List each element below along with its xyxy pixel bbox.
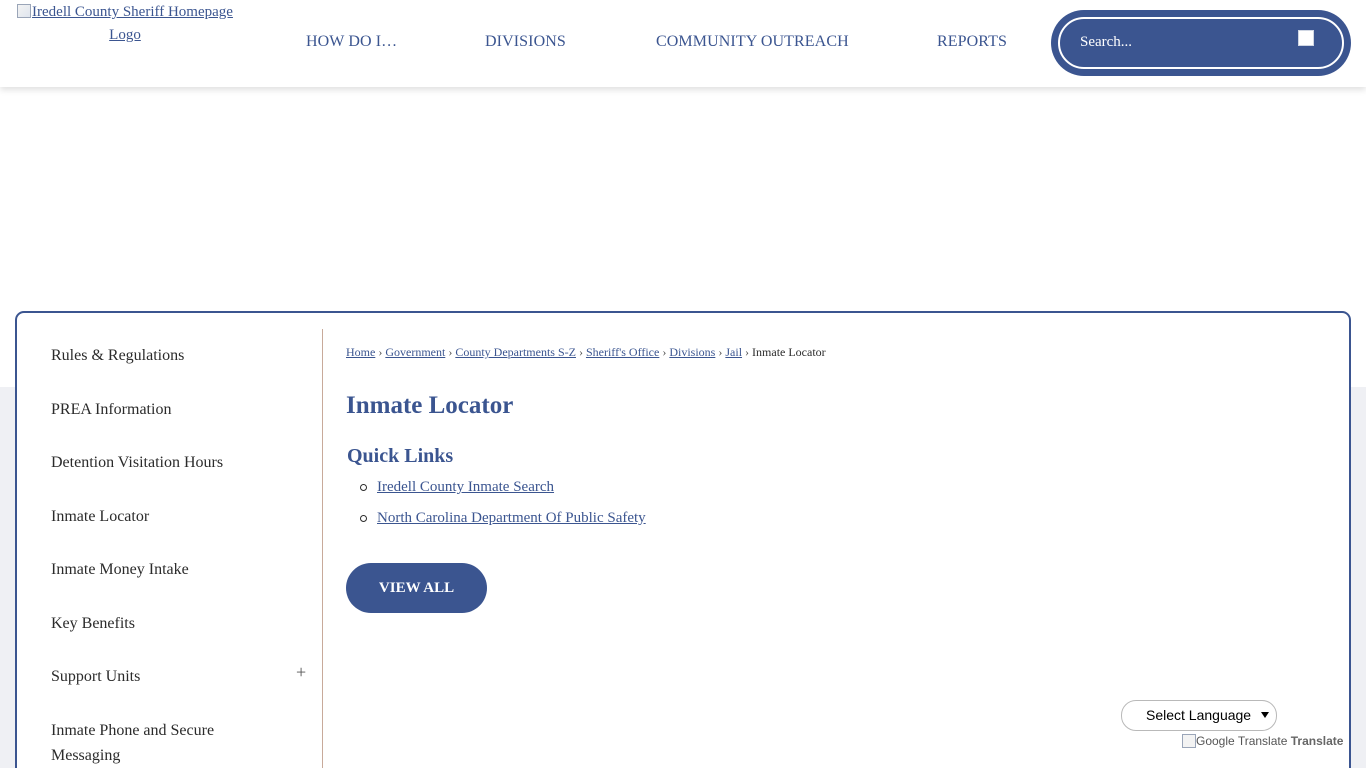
nav-reports[interactable]: REPORTS	[937, 33, 1007, 51]
quick-link-iredell-inmate-search[interactable]: Iredell County Inmate Search	[377, 479, 554, 495]
breadcrumb-current: Inmate Locator	[752, 345, 826, 359]
translate-text: Translate	[1290, 734, 1344, 748]
breadcrumb-separator: ›	[718, 345, 723, 359]
nav-community-outreach[interactable]: COMMUNITY OUTREACH	[656, 33, 849, 51]
sidebar-item-inmate-money-intake[interactable]: Inmate Money Intake	[51, 557, 261, 582]
google-translate-credit[interactable]: Google Translate Translate	[1182, 734, 1343, 748]
breadcrumb-separator: ›	[745, 345, 750, 359]
quick-links-list: Iredell County Inmate Search North Carol…	[347, 475, 646, 537]
sidebar-item-prea-information[interactable]: PREA Information	[51, 397, 261, 422]
site-header: Iredell County Sheriff Homepage Logo HOW…	[0, 0, 1366, 87]
nav-divisions[interactable]: DIVISIONS	[485, 33, 566, 51]
breadcrumb-separator: ›	[378, 345, 383, 359]
language-select[interactable]: Select Language	[1121, 700, 1277, 731]
sidebar-item-inmate-locator[interactable]: Inmate Locator	[51, 504, 261, 529]
page-title: Inmate Locator	[346, 392, 514, 419]
broken-image-icon	[1182, 734, 1196, 748]
chevron-down-icon	[1261, 712, 1269, 718]
sidebar-item-detention-visitation-hours[interactable]: Detention Visitation Hours	[51, 450, 261, 475]
logo-alt-text: Iredell County Sheriff Homepage Logo	[32, 4, 233, 43]
quick-links-title: Quick Links	[347, 445, 454, 467]
view-all-button[interactable]: VIEW ALL	[346, 563, 487, 613]
nav-how-do-i[interactable]: HOW DO I…	[306, 33, 397, 51]
language-select-label: Select Language	[1146, 707, 1252, 723]
google-translate-alt: Google Translate	[1196, 734, 1288, 748]
bullet-icon	[360, 515, 367, 522]
sidebar-item-rules-regulations[interactable]: Rules & Regulations	[51, 343, 261, 368]
breadcrumb-separator: ›	[448, 345, 453, 359]
breadcrumb-jail[interactable]: Jail	[725, 345, 742, 359]
breadcrumb-sheriffs-office[interactable]: Sheriff's Office	[586, 345, 659, 359]
broken-image-icon	[17, 4, 32, 18]
breadcrumb-home[interactable]: Home	[346, 345, 375, 359]
list-item: Iredell County Inmate Search	[347, 475, 646, 506]
breadcrumb: Home › Government › County Departments S-Z › S…	[346, 345, 826, 360]
search-box: Search...	[1051, 10, 1351, 76]
breadcrumb-county-departments[interactable]: County Departments S-Z	[455, 345, 576, 359]
expand-plus-icon[interactable]: +	[296, 662, 306, 683]
site-logo-link[interactable]: Iredell County Sheriff Homepage Logo	[15, 1, 235, 47]
search-icon[interactable]	[1298, 30, 1314, 46]
search-input[interactable]: Search...	[1058, 17, 1344, 69]
sidebar-item-key-benefits[interactable]: Key Benefits	[51, 611, 261, 636]
sidebar-item-support-units[interactable]: Support Units	[51, 664, 261, 689]
sidebar-nav: Rules & Regulations PREA Information Det…	[17, 329, 323, 768]
breadcrumb-government[interactable]: Government	[385, 345, 445, 359]
bullet-icon	[360, 484, 367, 491]
list-item: North Carolina Department Of Public Safe…	[347, 506, 646, 537]
search-placeholder: Search...	[1080, 34, 1133, 50]
breadcrumb-separator: ›	[662, 345, 667, 359]
breadcrumb-separator: ›	[578, 345, 583, 359]
quick-link-nc-public-safety[interactable]: North Carolina Department Of Public Safe…	[377, 510, 646, 526]
breadcrumb-divisions[interactable]: Divisions	[669, 345, 715, 359]
sidebar-item-inmate-phone-messaging[interactable]: Inmate Phone and Secure Messaging	[51, 718, 261, 768]
